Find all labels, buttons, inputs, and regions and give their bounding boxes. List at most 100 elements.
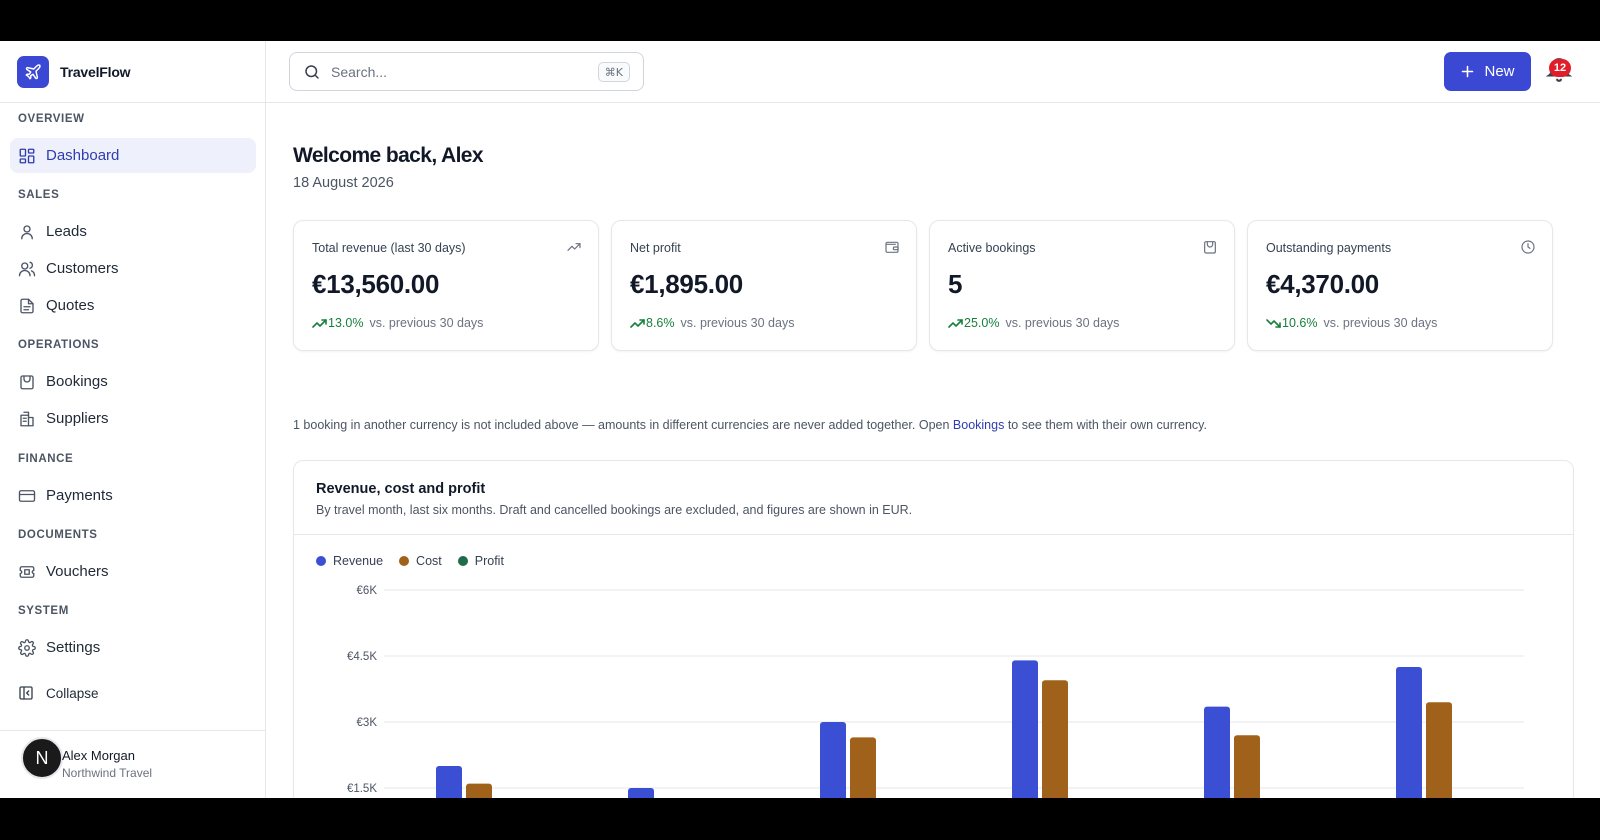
search-input[interactable] bbox=[331, 63, 581, 80]
legend-swatch bbox=[316, 556, 326, 566]
nav-section-label: OPERATIONS bbox=[18, 339, 100, 351]
legend-label: Cost bbox=[416, 554, 442, 568]
collapse-button[interactable]: Collapse bbox=[18, 685, 99, 701]
trend-up-icon bbox=[948, 319, 963, 328]
brand[interactable]: TravelFlow bbox=[0, 41, 265, 103]
legend-item-profit[interactable]: Profit bbox=[457, 554, 504, 568]
legend-item-cost[interactable]: Cost bbox=[399, 554, 442, 568]
stat-value: 5 bbox=[948, 269, 963, 299]
nav-section-label: OVERVIEW bbox=[18, 113, 85, 125]
legend-swatch bbox=[399, 556, 410, 566]
note-text-before: 1 booking in another currency is not inc… bbox=[293, 418, 953, 432]
bar-cost[interactable] bbox=[466, 783, 492, 798]
bar-revenue[interactable] bbox=[628, 788, 654, 798]
divider bbox=[294, 534, 1573, 535]
app-name: TravelFlow bbox=[60, 63, 131, 80]
gear-icon bbox=[18, 638, 36, 657]
bar-chart: €6K €4.5K €3K €1.5K bbox=[347, 585, 1524, 798]
sidebar: TravelFlow OVERVIEW Dashboard SALES Leads Cu… bbox=[0, 41, 266, 798]
delta-percent: 8.6% bbox=[646, 316, 675, 330]
y-tick-label: €3K bbox=[357, 717, 378, 729]
sidebar-item-label: Quotes bbox=[46, 297, 95, 314]
chart-subtitle: By travel month, last six months. Draft … bbox=[316, 503, 913, 517]
delta-percent: 13.0% bbox=[328, 316, 364, 330]
sidebar-item-label: Leads bbox=[46, 223, 87, 240]
chart-legend: Revenue Cost Profit bbox=[316, 554, 504, 568]
user-name: Alex Morgan bbox=[62, 748, 135, 763]
user-organization: Northwind Travel bbox=[62, 766, 153, 780]
new-button[interactable]: New bbox=[1444, 52, 1531, 91]
new-button-label: New bbox=[1484, 63, 1515, 80]
sidebar-item-label: Bookings bbox=[46, 373, 108, 390]
stat-label: Active bookings bbox=[948, 241, 1036, 255]
stat-delta: 13.0% vs. previous 30 days bbox=[312, 316, 483, 330]
sidebar-item-label: Customers bbox=[46, 260, 119, 277]
bar-revenue[interactable] bbox=[820, 722, 846, 798]
collapse-icon bbox=[19, 686, 33, 700]
trend-up-icon bbox=[312, 319, 327, 328]
y-tick-label: €4.5K bbox=[347, 651, 377, 663]
stat-card[interactable]: Net profit €1,895.00 8.6% vs. previous 3… bbox=[611, 220, 917, 351]
bag-icon bbox=[1204, 241, 1216, 254]
legend-label: Profit bbox=[474, 554, 504, 568]
sidebar-item-label: Vouchers bbox=[46, 563, 109, 580]
bar-revenue[interactable] bbox=[1204, 706, 1230, 798]
sidebar-item-vouchers[interactable]: Vouchers bbox=[10, 554, 256, 589]
search-box[interactable]: ⌘K bbox=[289, 52, 644, 91]
user-icon bbox=[18, 223, 36, 241]
search-shortcut: ⌘K bbox=[597, 62, 630, 82]
building-icon bbox=[18, 410, 36, 428]
chart-card: Revenue, cost and profit By travel month… bbox=[293, 460, 1574, 798]
bar-revenue[interactable] bbox=[1396, 667, 1422, 798]
bar-cost[interactable] bbox=[1234, 735, 1260, 798]
avatar: N bbox=[21, 737, 63, 779]
bookings-link[interactable]: Bookings bbox=[953, 418, 1004, 432]
stat-value: €4,370.00 bbox=[1266, 269, 1379, 299]
bar-revenue[interactable] bbox=[1012, 660, 1038, 798]
stat-label: Net profit bbox=[630, 241, 681, 255]
plus-icon bbox=[1462, 65, 1474, 78]
page-title: Welcome back, Alex bbox=[293, 144, 484, 167]
bar-revenue[interactable] bbox=[436, 766, 462, 798]
sidebar-item-label: Dashboard bbox=[46, 147, 120, 164]
users-icon bbox=[18, 260, 36, 278]
user-profile[interactable]: N Alex Morgan Northwind Travel bbox=[0, 730, 266, 798]
stat-card[interactable]: Total revenue (last 30 days) €13,560.00 … bbox=[293, 220, 599, 351]
stat-value: €1,895.00 bbox=[630, 269, 743, 299]
trend-down-icon bbox=[1266, 319, 1281, 328]
sidebar-item-suppliers[interactable]: Suppliers bbox=[10, 401, 256, 436]
stat-card[interactable]: Outstanding payments €4,370.00 10.6% vs.… bbox=[1247, 220, 1553, 351]
sidebar-item-label: Settings bbox=[46, 639, 101, 656]
stat-delta: 8.6% vs. previous 30 days bbox=[630, 316, 794, 330]
legend-swatch bbox=[457, 556, 468, 566]
nav-section-label: SALES bbox=[18, 189, 60, 201]
sidebar-item-customers[interactable]: Customers bbox=[10, 251, 256, 286]
bar-cost[interactable] bbox=[1426, 702, 1452, 798]
document-icon bbox=[18, 297, 36, 315]
stat-card[interactable]: Active bookings 5 25.0% vs. previous 30 … bbox=[929, 220, 1235, 351]
bar-cost[interactable] bbox=[850, 737, 876, 798]
trend-up-icon bbox=[567, 243, 581, 251]
legend-label: Revenue bbox=[333, 554, 384, 568]
sidebar-item-dashboard[interactable]: Dashboard bbox=[10, 138, 256, 173]
legend-item-revenue[interactable]: Revenue bbox=[316, 554, 383, 568]
sidebar-item-settings[interactable]: Settings bbox=[10, 630, 256, 665]
bar-cost[interactable] bbox=[1042, 680, 1068, 798]
notification-badge: 12 bbox=[1549, 59, 1571, 77]
sidebar-item-leads[interactable]: Leads bbox=[10, 214, 256, 249]
delta-compare: vs. previous 30 days bbox=[1323, 316, 1438, 330]
credit-card-icon bbox=[18, 487, 36, 505]
sidebar-item-label: Payments bbox=[46, 487, 113, 504]
sidebar-item-bookings[interactable]: Bookings bbox=[10, 364, 256, 399]
collapse-label: Collapse bbox=[46, 685, 99, 701]
topbar: ⌘K New 12 bbox=[266, 41, 1600, 103]
stat-label: Outstanding payments bbox=[1266, 241, 1392, 255]
note-text-after: to see them with their own currency. bbox=[1004, 418, 1207, 432]
sidebar-item-payments[interactable]: Payments bbox=[10, 478, 256, 513]
nav-section-label: SYSTEM bbox=[18, 605, 69, 617]
y-tick-label: €6K bbox=[357, 585, 378, 597]
stat-label: Total revenue (last 30 days) bbox=[312, 241, 466, 255]
app-window: TravelFlow OVERVIEW Dashboard SALES Leads Cu… bbox=[0, 41, 1600, 798]
sidebar-item-quotes[interactable]: Quotes bbox=[10, 288, 256, 323]
stat-delta: 10.6% vs. previous 30 days bbox=[1266, 316, 1437, 330]
